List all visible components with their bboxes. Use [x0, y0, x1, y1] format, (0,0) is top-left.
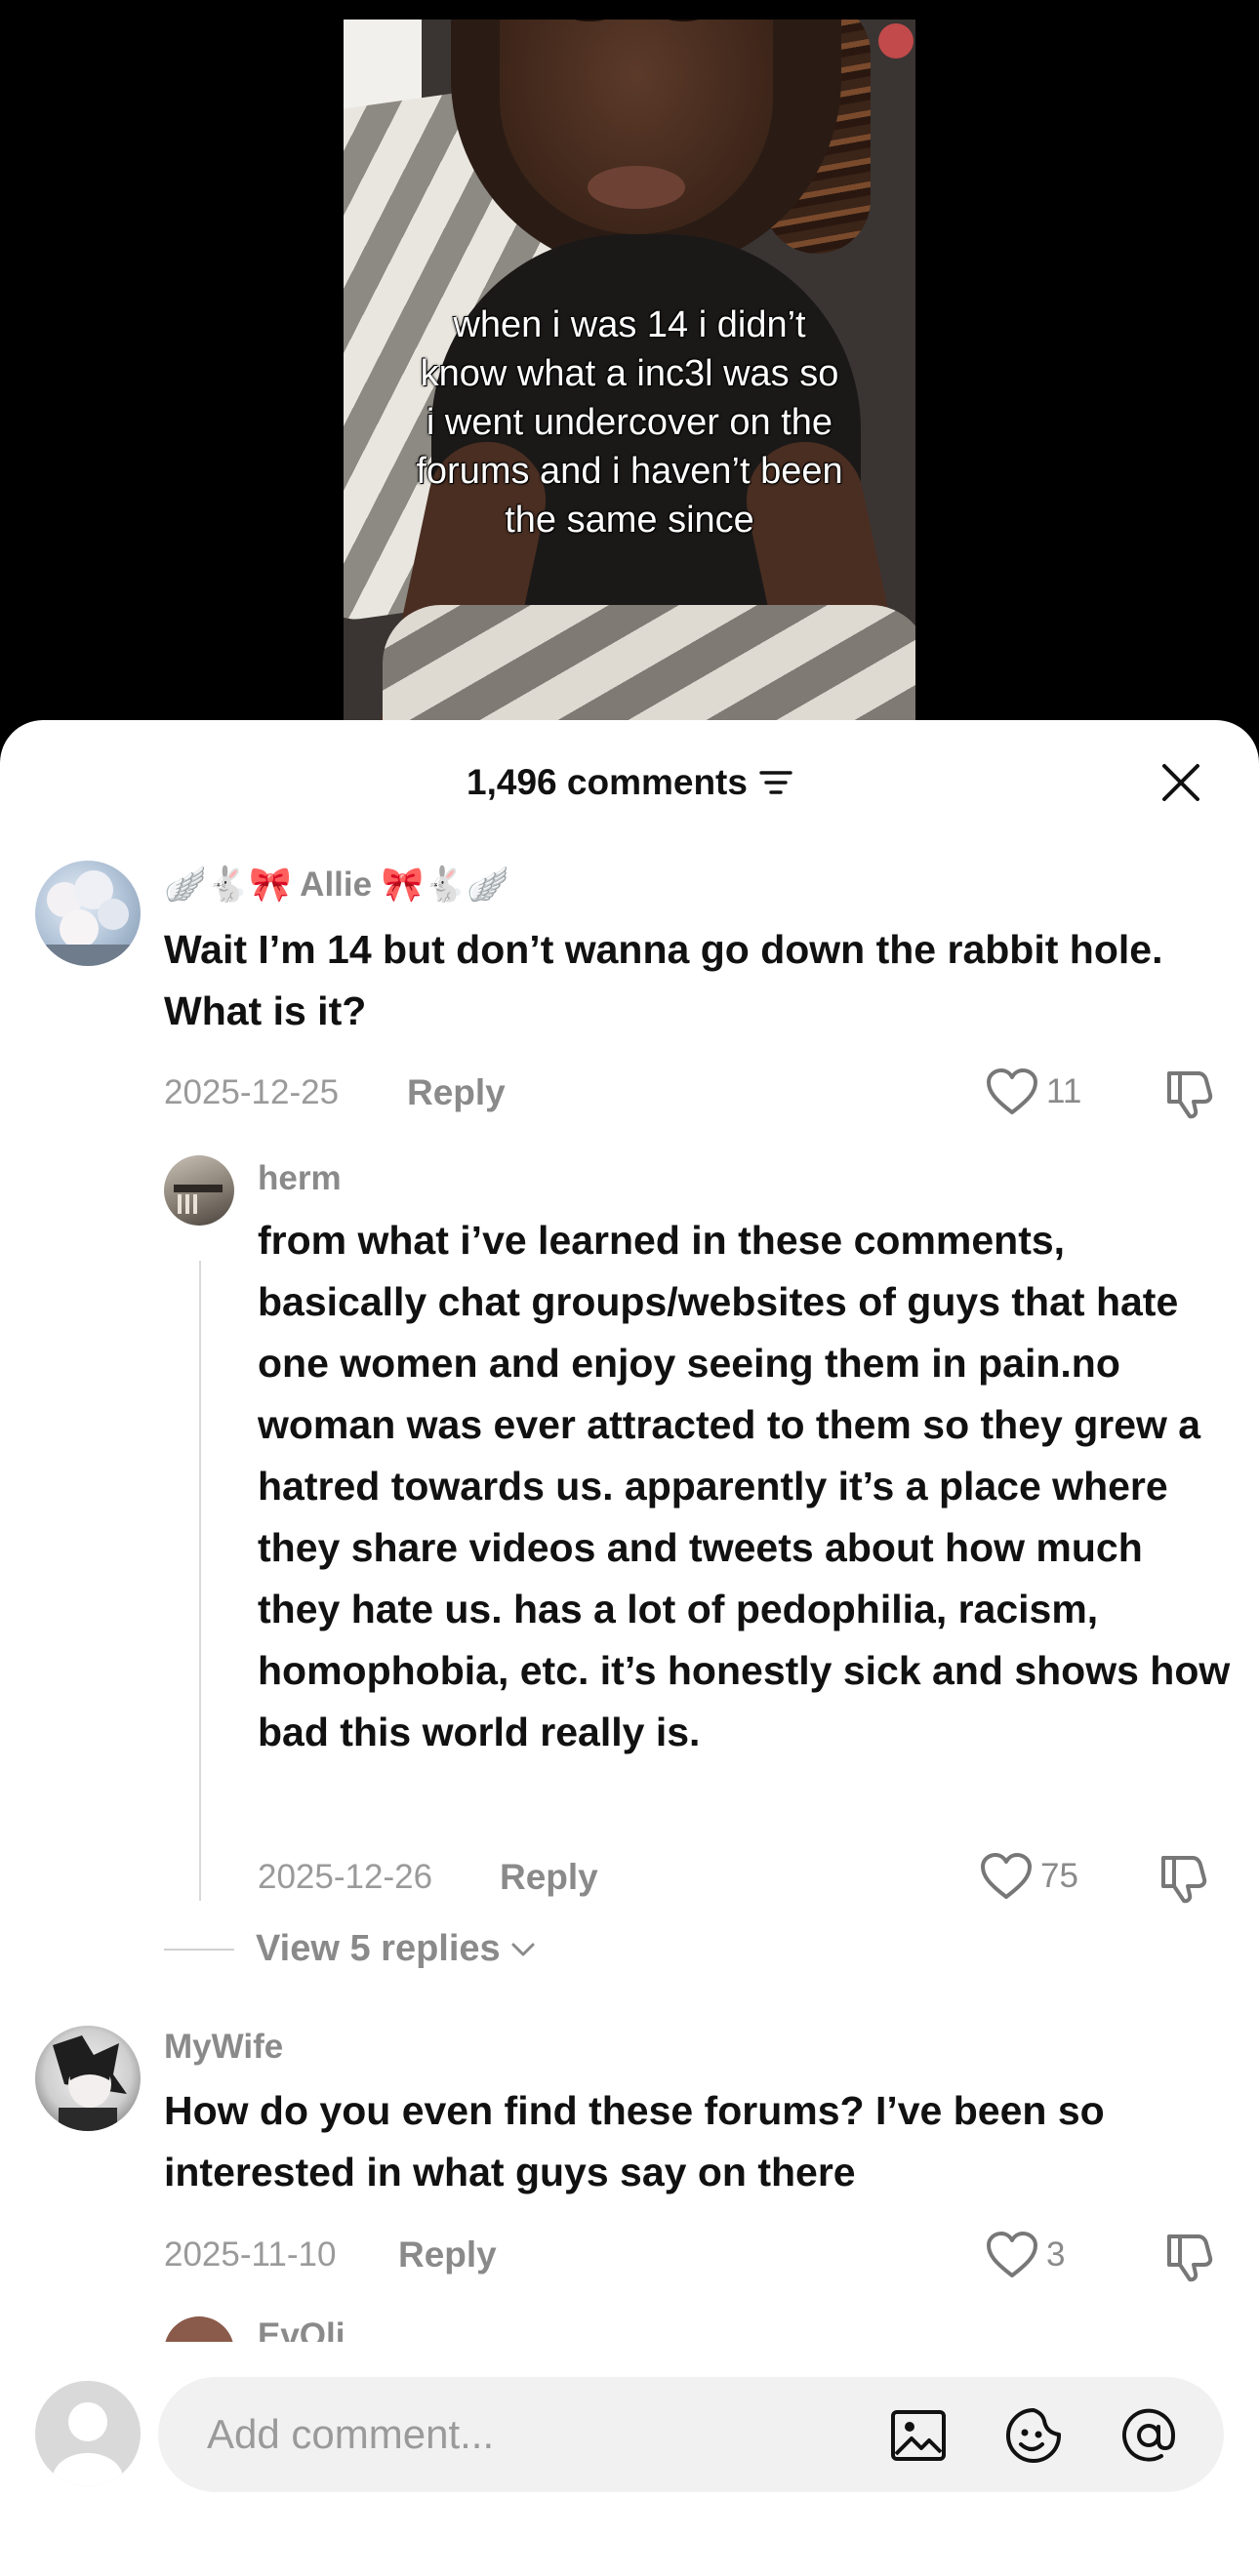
sort-lines-icon[interactable]: [759, 768, 792, 797]
like-count: 3: [1046, 2235, 1066, 2274]
comment-input[interactable]: Add comment...: [158, 2377, 1224, 2492]
heart-outline-icon: [987, 2232, 1037, 2277]
close-icon[interactable]: [1157, 759, 1204, 806]
like-button[interactable]: 3: [986, 2231, 1065, 2279]
comments-header: 1,496 comments: [0, 755, 1259, 810]
user-avatar[interactable]: [35, 2381, 141, 2486]
reply-button[interactable]: Reply: [407, 1072, 506, 1113]
comment-date: 2025-12-25: [164, 1073, 340, 1111]
reply-button[interactable]: Reply: [500, 1857, 598, 1898]
video-player[interactable]: when i was 14 i didn’t know what a inc3l…: [0, 0, 1259, 742]
comment-username[interactable]: herm: [258, 1159, 342, 1198]
like-count: 75: [1040, 1857, 1078, 1895]
view-replies-label: View 5 replies: [256, 1928, 501, 1969]
video-frame: when i was 14 i didn’t know what a inc3l…: [344, 20, 915, 742]
reply-button[interactable]: Reply: [398, 2234, 497, 2275]
thumbs-down-outline-icon[interactable]: [1163, 1067, 1216, 1120]
thread-line: [199, 1261, 201, 1901]
comment-text: from what i’ve learned in these comments…: [258, 1218, 1231, 1754]
heart-outline-icon: [987, 1068, 1037, 1114]
comment-username[interactable]: 🪽🐇🎀 Allie 🎀🐇🪽: [164, 865, 509, 905]
comment-input-placeholder: Add comment...: [207, 2411, 495, 2457]
like-button[interactable]: 11: [986, 1067, 1081, 1116]
chevron-down-icon: [511, 1943, 535, 1955]
thumbs-down-outline-icon[interactable]: [1157, 1852, 1210, 1905]
comment-count: 1,496 comments: [467, 762, 748, 802]
like-button[interactable]: 75: [980, 1852, 1078, 1901]
avatar[interactable]: [35, 2026, 141, 2131]
image-icon[interactable]: [888, 2405, 949, 2466]
comment-text: How do you even find these forums? I’ve …: [164, 2088, 1105, 2194]
comment-text: Wait I’m 14 but don’t wanna go down the …: [164, 927, 1163, 1033]
emoji-sticker-icon[interactable]: [1003, 2405, 1064, 2466]
like-count: 11: [1046, 1072, 1082, 1110]
comment-username[interactable]: MyWife: [164, 2028, 283, 2067]
view-replies-button[interactable]: View 5 replies: [164, 1928, 536, 1970]
avatar[interactable]: [164, 1155, 234, 1226]
video-caption-overlay: when i was 14 i didn’t know what a inc3l…: [416, 304, 843, 541]
heart-outline-icon: [981, 1853, 1032, 1899]
thumbs-down-outline-icon[interactable]: [1163, 2231, 1216, 2283]
avatar[interactable]: [35, 861, 141, 966]
comment-date: 2025-12-26: [258, 1858, 433, 1896]
comment-input-bar: Add comment...: [0, 2342, 1259, 2576]
comment-date: 2025-11-10: [164, 2235, 337, 2274]
at-mention-icon[interactable]: [1118, 2405, 1179, 2466]
